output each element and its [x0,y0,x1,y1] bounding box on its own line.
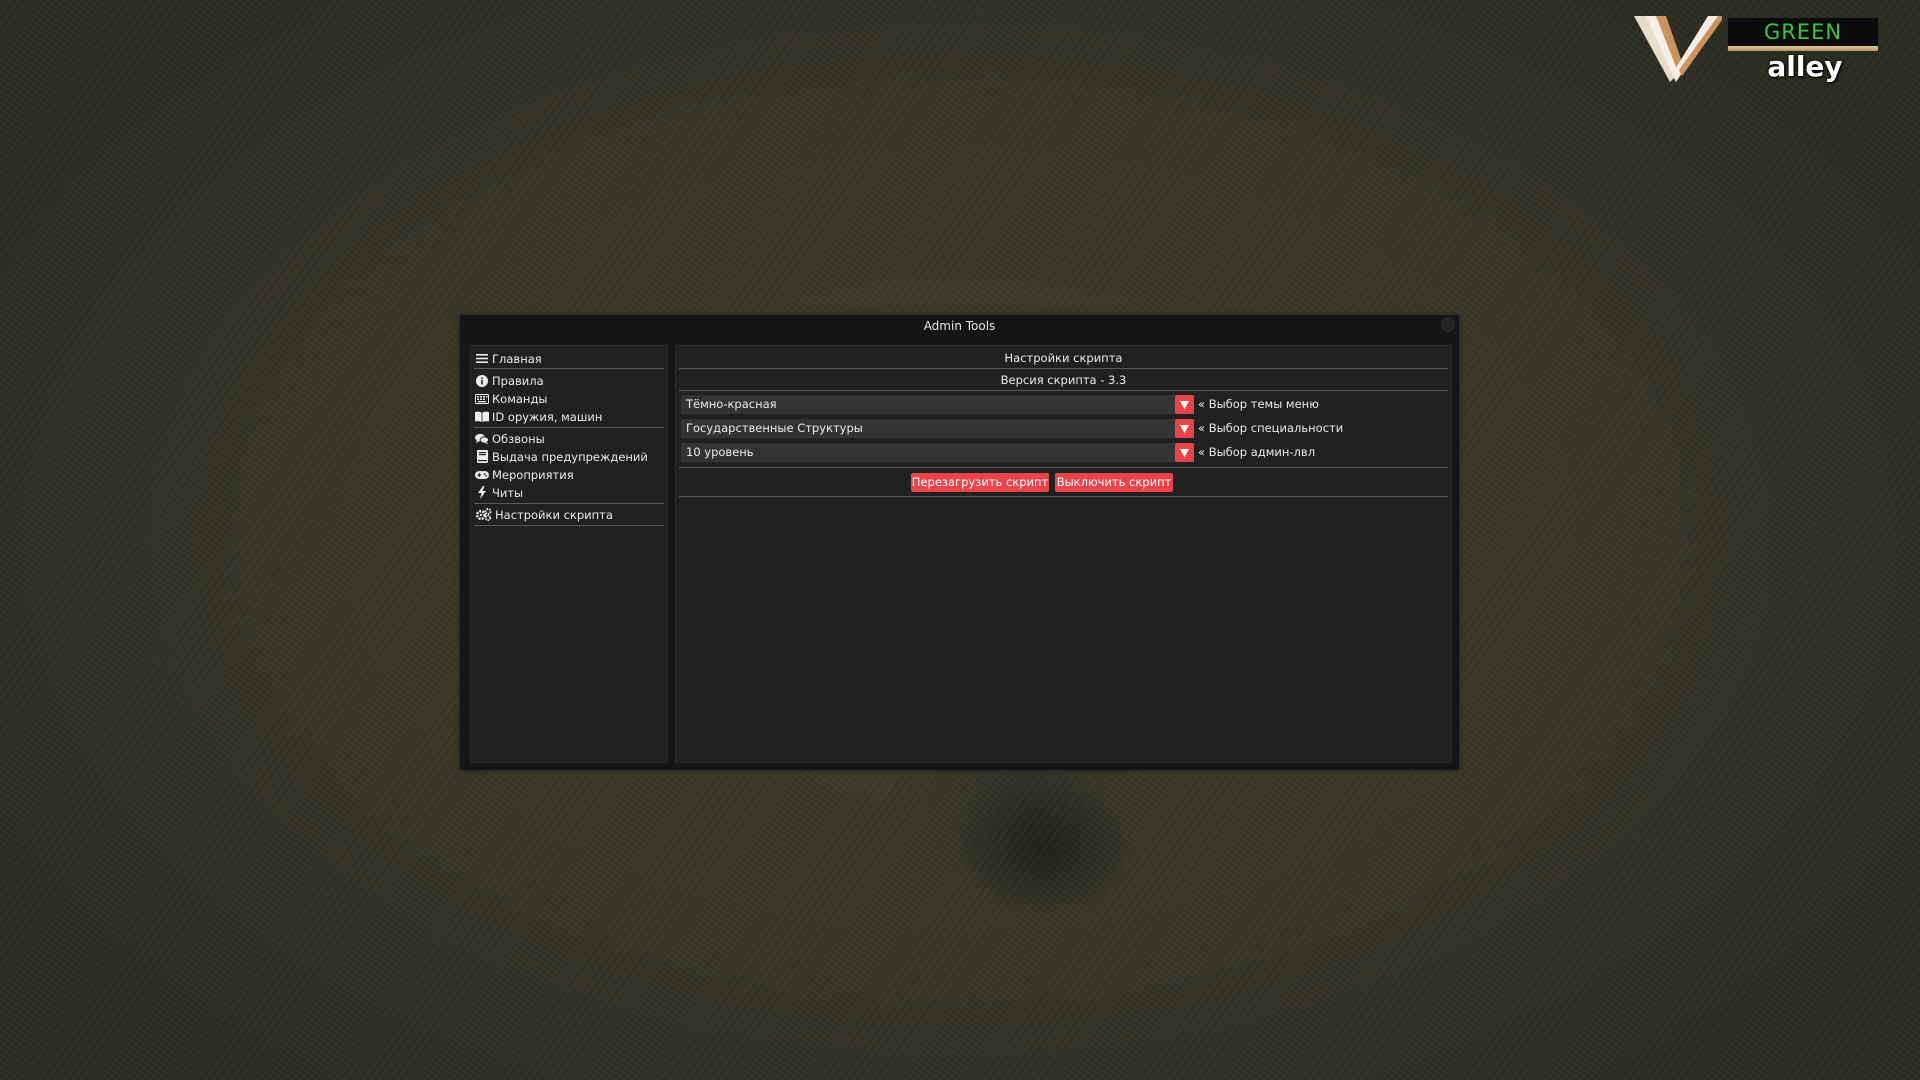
dropdown-arrow-icon[interactable] [1175,443,1194,462]
sidebar-item-label: Правила [492,373,544,388]
sidebar-item-events[interactable]: Мероприятия [475,466,574,483]
bolt-icon [475,486,489,500]
logo-alley-text: alley [1767,50,1843,83]
sidebar-item-label: Мероприятия [492,467,574,482]
sidebar-item-calls[interactable]: Обзвоны [475,430,545,447]
gamepad-icon [475,468,489,482]
sidebar: Главная Правила Команды ID оружия, машин [470,345,668,763]
sidebar-divider [474,368,664,369]
sidebar-item-label: Команды [492,391,548,406]
logo-green-text: GREEN [1728,18,1878,46]
theme-select[interactable]: Тёмно-красная [681,395,1194,414]
gears-icon [475,508,492,522]
book-icon [475,410,489,424]
admin-level-select-value: 10 уровень [686,445,754,459]
specialty-select-label: « Выбор специальности [1198,421,1344,435]
content-divider [679,390,1448,391]
admin-level-select-label: « Выбор админ-лвл [1198,445,1316,459]
book-closed-icon [475,450,489,464]
sidebar-item-ids[interactable]: ID оружия, машин [475,408,602,425]
sidebar-divider [474,503,664,504]
sidebar-item-rules[interactable]: Правила [475,372,544,389]
close-button[interactable] [1441,318,1455,332]
content-divider [679,496,1448,497]
admin-tools-window: Admin Tools Главная Правила Команды ID о… [460,315,1459,770]
sidebar-item-commands[interactable]: Команды [475,390,547,407]
sidebar-item-warnings[interactable]: Выдача предупреждений [475,448,648,465]
sidebar-item-label: Главная [492,351,542,366]
window-titlebar[interactable]: Admin Tools [460,315,1459,337]
script-version: Версия скрипта - 3.3 [1000,373,1127,387]
section-title: Настройки скрипта [1004,351,1123,365]
dropdown-arrow-icon[interactable] [1175,419,1194,438]
keyboard-icon [475,392,489,406]
sidebar-item-label: ID оружия, машин [492,409,603,424]
window-title: Admin Tools [923,319,996,333]
sidebar-divider [474,525,664,526]
settings-panel: Настройки скрипта Версия скрипта - 3.3 Т… [675,345,1452,763]
reload-script-button[interactable]: Перезагрузить скрипт [911,473,1049,492]
dropdown-arrow-icon[interactable] [1175,395,1194,414]
theme-select-label: « Выбор темы меню [1198,397,1319,411]
logo-v-mark [1634,16,1722,82]
sidebar-item-label: Читы [492,485,524,500]
content-divider [679,467,1448,468]
admin-level-select[interactable]: 10 уровень [681,443,1194,462]
sidebar-item-label: Настройки скрипта [495,507,613,522]
menu-icon [475,352,489,366]
specialty-select-value: Государственные Структуры [686,421,863,435]
disable-script-button[interactable]: Выключить скрипт [1055,473,1173,492]
specialty-select[interactable]: Государственные Структуры [681,419,1194,438]
comments-icon [475,432,489,446]
sidebar-item-main[interactable]: Главная [475,350,542,367]
theme-select-value: Тёмно-красная [686,397,777,411]
sidebar-item-settings[interactable]: Настройки скрипта [475,506,613,523]
sidebar-item-label: Выдача предупреждений [492,449,648,464]
info-icon [475,374,489,388]
server-logo: GREEN alley [1632,14,1882,84]
sidebar-item-cheats[interactable]: Читы [475,484,523,501]
content-divider [679,368,1448,369]
sidebar-divider [474,427,664,428]
sidebar-item-label: Обзвоны [492,431,545,446]
